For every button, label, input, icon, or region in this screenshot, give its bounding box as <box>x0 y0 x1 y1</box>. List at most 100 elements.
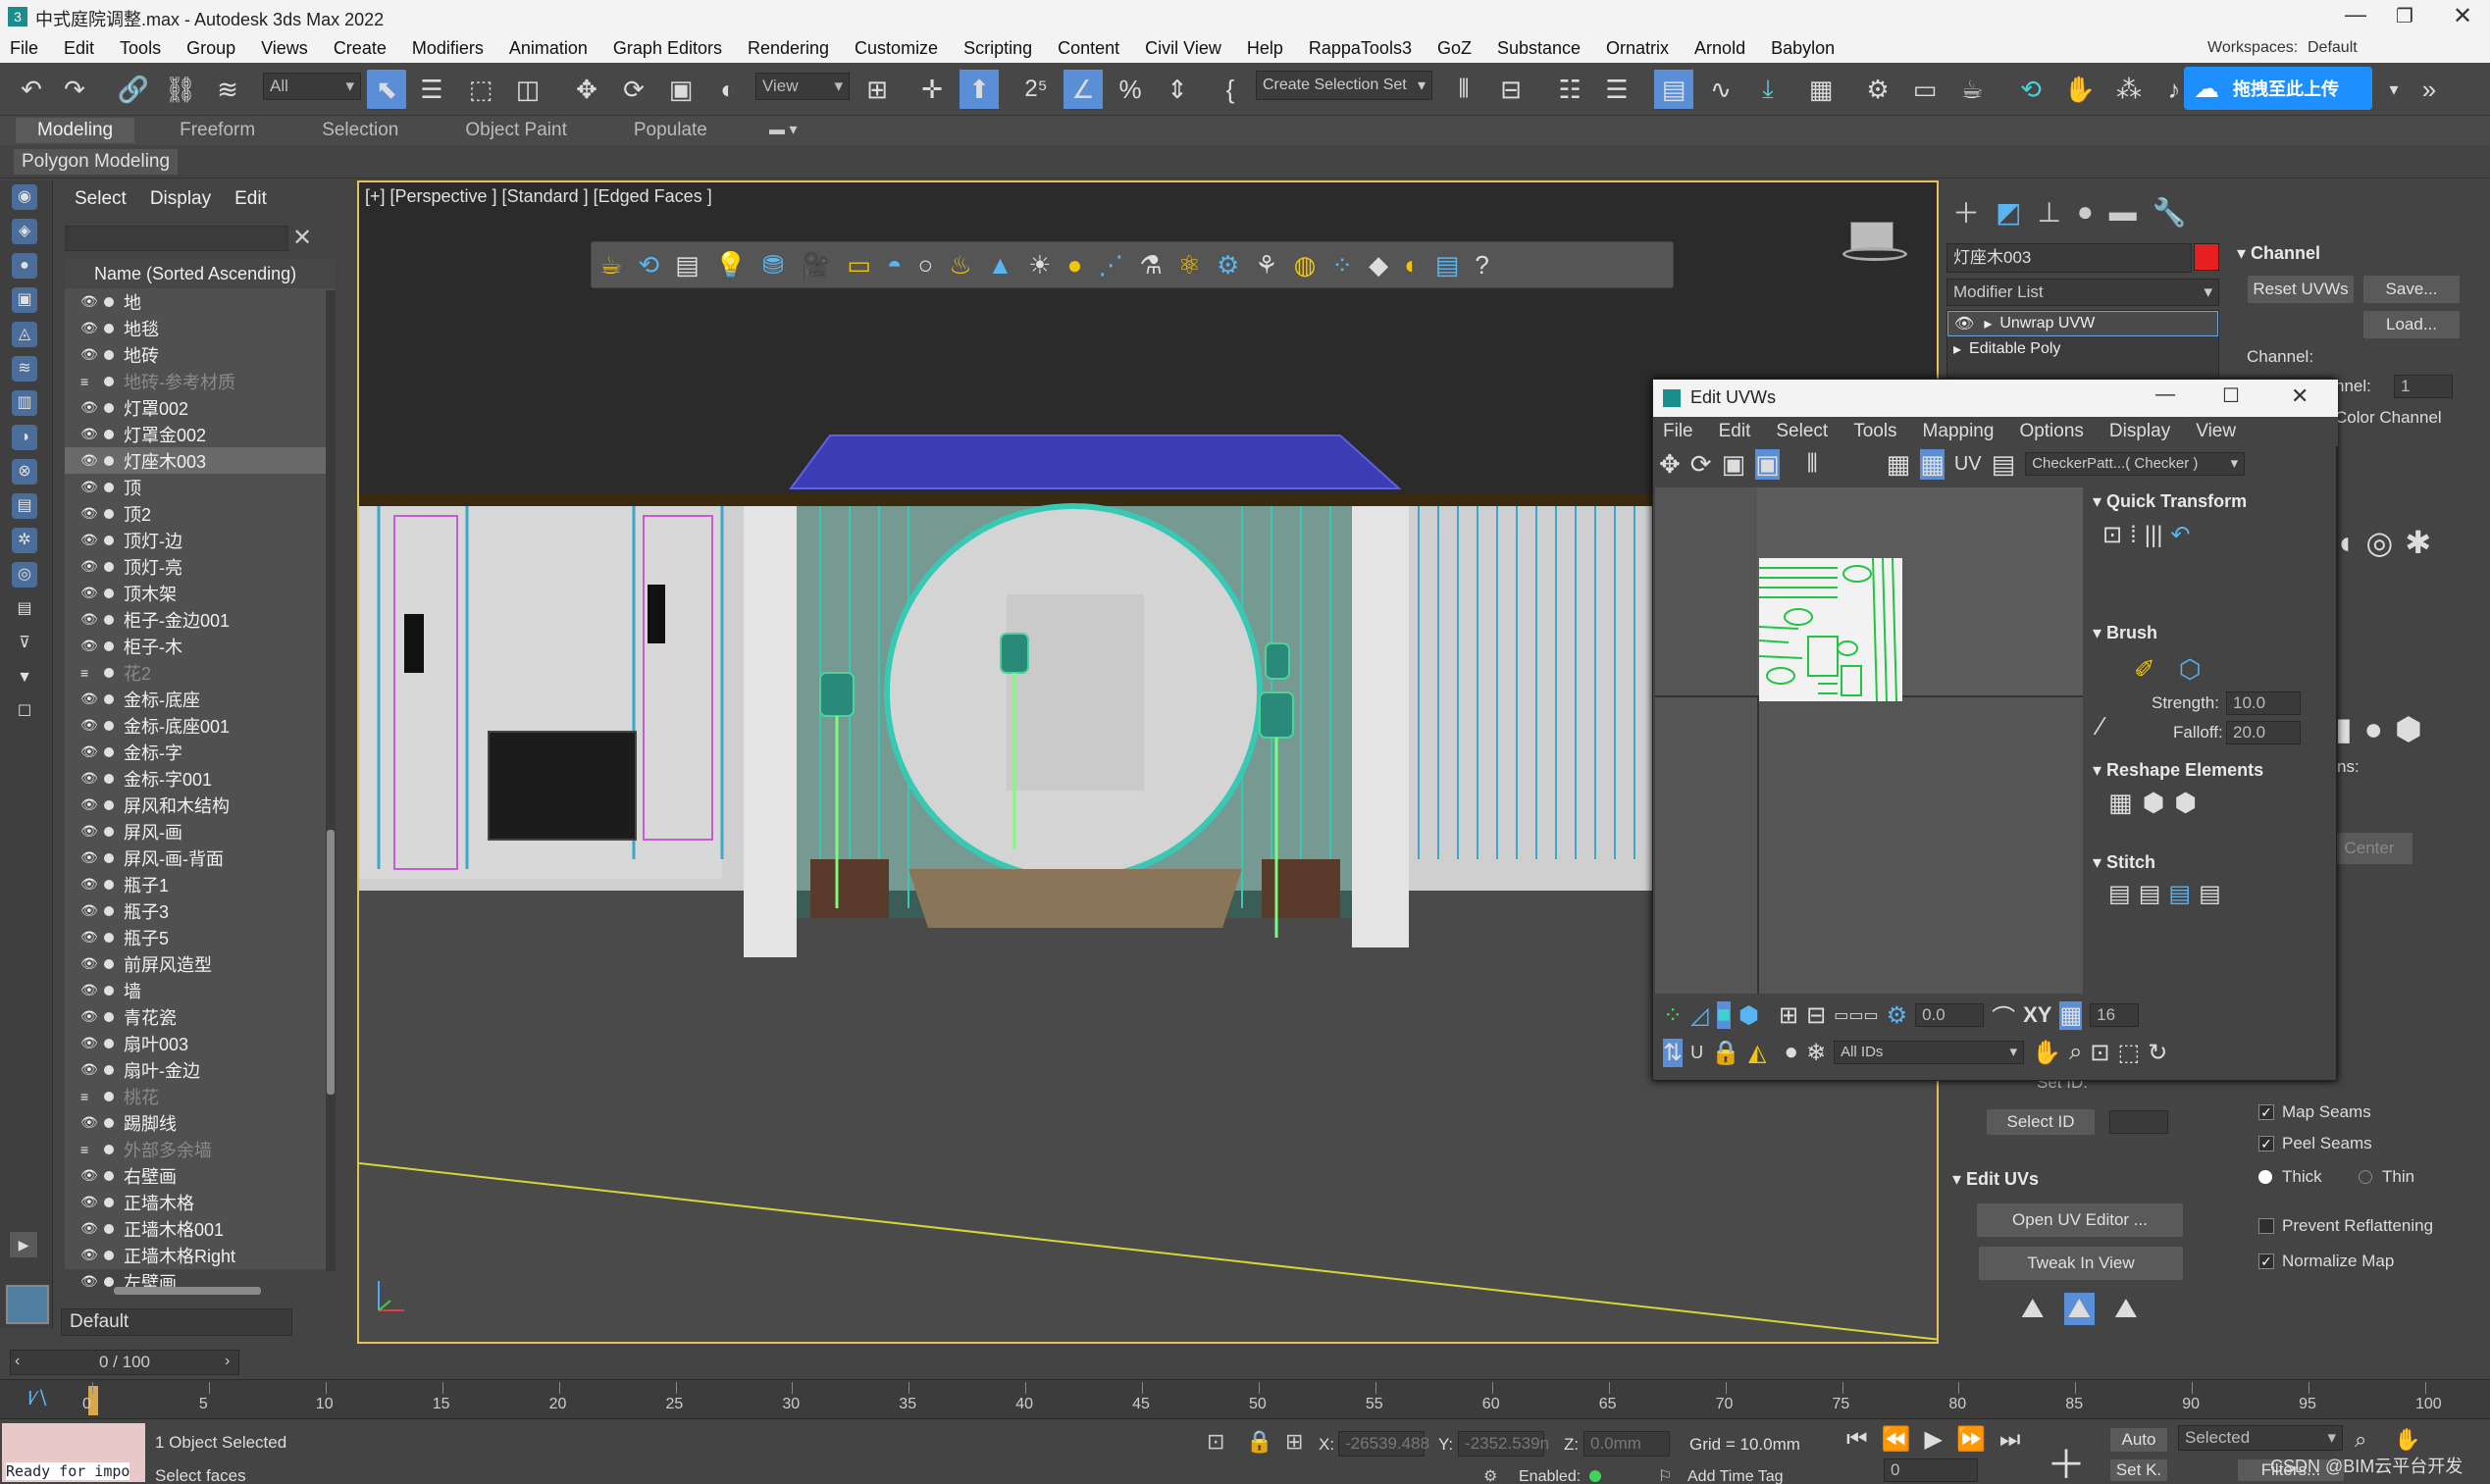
isolate-icon[interactable]: ⊡ <box>1207 1429 1224 1455</box>
filter-icon[interactable]: ▤ <box>12 596 37 622</box>
uv-title-bar[interactable]: Edit UVWs — ☐ ✕ <box>1653 380 2338 417</box>
box-icon[interactable]: ⬢ <box>2395 710 2422 747</box>
star-icon[interactable]: ✱ <box>2405 524 2431 561</box>
stack-item-unwrap[interactable]: 👁 ▸ Unwrap UVW <box>1947 311 2218 336</box>
eye-icon[interactable]: 👁 <box>80 611 100 628</box>
display-all-icon[interactable]: ◉ <box>12 184 37 210</box>
stitch-avg-icon[interactable]: ▤ <box>2139 880 2161 908</box>
link-icon[interactable]: 🔗 <box>114 70 153 109</box>
eye-icon[interactable]: 👁 <box>80 1061 100 1078</box>
freeze-icon[interactable]: ❄ <box>1806 1039 1826 1067</box>
explorer-menu-display[interactable]: Display <box>150 188 211 210</box>
render-dot-icon[interactable] <box>104 1117 114 1128</box>
mirror-icon[interactable]: ⫴ <box>1444 70 1483 109</box>
zoom-viewport-icon[interactable]: ⌕ <box>2355 1427 2366 1453</box>
list-item[interactable]: 👁 地砖 <box>65 341 336 368</box>
undo-icon[interactable]: ↶ <box>12 70 51 109</box>
manipulate-icon[interactable]: ✛ <box>912 70 952 109</box>
menu-scripting[interactable]: Scripting <box>963 38 1032 59</box>
paint-select-icon[interactable]: ◭ <box>1748 1039 1766 1067</box>
vertex-mode-icon[interactable]: ⁘ <box>1663 1001 1683 1030</box>
pan-viewport-icon[interactable]: ✋ <box>2394 1427 2420 1453</box>
frozen-icon[interactable]: ≡ <box>80 374 100 389</box>
frozen-icon[interactable]: ≡ <box>80 665 100 681</box>
list-item[interactable]: 👁 柜子-木 <box>65 633 336 659</box>
prevent-reflattening-option[interactable]: Prevent Reflattening <box>2258 1216 2433 1236</box>
list-item[interactable]: 👁 地 <box>65 288 336 315</box>
ribbon-tab-selection[interactable]: Selection <box>300 118 420 143</box>
render-dot-icon[interactable] <box>104 958 114 969</box>
render-dot-icon[interactable] <box>104 667 114 678</box>
clear-search-icon[interactable]: ✕ <box>292 224 312 252</box>
render-dot-icon[interactable] <box>104 349 114 360</box>
edge-mode-icon[interactable]: ◿ <box>1690 1001 1708 1030</box>
uv-checker-icon[interactable]: ▦ <box>1887 449 1911 480</box>
render-dot-icon[interactable] <box>104 773 114 784</box>
list-item[interactable]: 👁 顶灯-边 <box>65 527 336 553</box>
schematic-icon[interactable]: ⤓ <box>1748 70 1788 109</box>
eye-icon[interactable]: 👁 <box>80 479 100 495</box>
stitch-source-icon[interactable]: ▤ <box>2108 880 2131 908</box>
sync-icon[interactable]: ⟲ <box>2011 70 2050 109</box>
h-scrollbar[interactable] <box>114 1287 261 1295</box>
render-dot-icon[interactable] <box>104 826 114 837</box>
render-dot-icon[interactable] <box>104 1197 114 1207</box>
stitch-custom-icon[interactable]: ▤ <box>2199 880 2221 908</box>
expand-toolbar-icon[interactable]: » <box>2410 70 2449 109</box>
render-dot-icon[interactable] <box>104 482 114 492</box>
peel-eye-icon[interactable]: ⛰ <box>2063 1293 2096 1325</box>
uv-show-map-icon[interactable]: ▦ <box>1920 448 1945 480</box>
list-item[interactable]: 👁 瓶子1 <box>65 871 336 897</box>
edit-uvs-rollout-title[interactable]: ▾ Edit UVs <box>1952 1169 2039 1190</box>
list-item[interactable]: 👁 正墙木格Right <box>65 1242 336 1268</box>
render-dot-icon[interactable] <box>104 455 114 466</box>
zoom-icon[interactable]: ⌕ <box>2069 1039 2082 1066</box>
relax-brush-icon[interactable]: ⬡ <box>2179 654 2202 685</box>
map-seams-checkbox[interactable]: ✓ <box>2258 1104 2274 1120</box>
eye-icon[interactable]: 👁 <box>80 426 100 442</box>
render-dot-icon[interactable] <box>104 905 114 916</box>
key-mode-icon[interactable]: ＋ <box>2047 1433 2086 1484</box>
keyboard-shortcut-icon[interactable]: ⬆ <box>960 70 999 109</box>
add-time-tag[interactable]: Add Time Tag <box>1687 1468 1784 1484</box>
options-icon[interactable]: ☐ <box>12 699 37 725</box>
ribbon-options-icon[interactable]: ▬ ▾ <box>769 120 797 139</box>
column-header[interactable]: Name (Sorted Ascending) <box>65 259 336 288</box>
eye-icon[interactable]: 👁 <box>80 320 100 336</box>
peel-seams-option[interactable]: ✓ Peel Seams <box>2258 1134 2372 1153</box>
uv-scale-icon[interactable]: ▣ <box>1722 449 1746 480</box>
thick-radio[interactable] <box>2258 1170 2272 1184</box>
create-tab-icon[interactable]: ＋ <box>1952 192 1980 231</box>
menu-graph-editors[interactable]: Graph Editors <box>613 38 722 59</box>
hierarchy-tab-icon[interactable]: ⊥ <box>2037 196 2060 229</box>
render-dot-icon[interactable] <box>104 1223 114 1234</box>
face-mode-icon[interactable]: ■ <box>1716 1001 1732 1029</box>
menu-create[interactable]: Create <box>334 38 387 59</box>
funnel-icon[interactable]: ⊽ <box>12 631 37 656</box>
render-dot-icon[interactable] <box>104 296 114 307</box>
adaptive-degradation-icon[interactable]: ⚙ <box>1483 1466 1497 1484</box>
center-button[interactable]: Center <box>2325 832 2413 865</box>
peel-seams-checkbox[interactable]: ✓ <box>2258 1136 2274 1151</box>
reshape-elements-title[interactable]: ▾ Reshape Elements <box>2093 760 2263 781</box>
render-dot-icon[interactable] <box>104 1276 114 1287</box>
ids-select[interactable]: All IDs ▾ <box>1834 1041 2025 1064</box>
menu-goz[interactable]: GoZ <box>1437 38 1472 59</box>
render-dot-icon[interactable] <box>104 640 114 651</box>
edit-named-sel-icon[interactable]: { <box>1211 70 1250 109</box>
trackbar[interactable]: I∕∖ 0 5 10 15 20 25 30 35 40 45 50 55 60 65 70 75 80 85 90… <box>0 1379 2490 1418</box>
curve-editor-icon[interactable]: ∿ <box>1701 70 1740 109</box>
qt-align-h-icon[interactable]: ⁞ <box>2130 522 2137 549</box>
render-dot-icon[interactable] <box>104 1170 114 1181</box>
rect-region-icon[interactable]: ⬚ <box>461 70 500 109</box>
ribbon-tab-populate[interactable]: Populate <box>612 118 729 143</box>
eye-icon[interactable]: 👁 <box>80 902 100 919</box>
goto-end-icon[interactable]: ⏭ <box>1999 1426 2021 1454</box>
render-dot-icon[interactable] <box>104 799 114 810</box>
relax-icon[interactable]: ⛰ <box>2114 1293 2138 1325</box>
list-item[interactable]: 👁 灯罩002 <box>65 394 336 421</box>
straighten-icon[interactable]: ▦ <box>2108 788 2133 818</box>
prevent-reflattening-checkbox[interactable] <box>2258 1218 2274 1234</box>
tweak-in-view-button[interactable]: Tweak In View <box>1978 1246 2184 1281</box>
ring-icon[interactable]: ⚙ <box>1887 1001 1908 1030</box>
